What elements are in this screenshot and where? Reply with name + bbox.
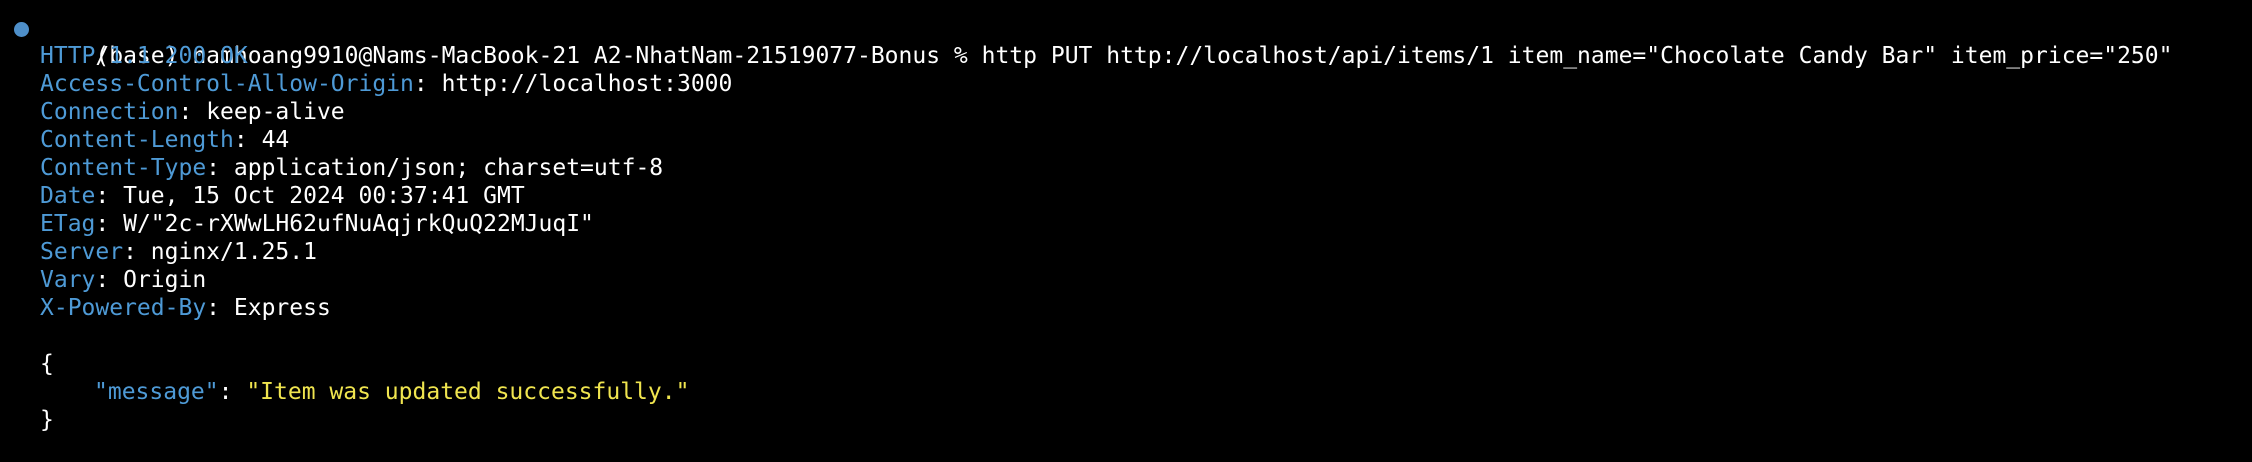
- terminal-window[interactable]: (base) namhoang9910@Nams-MacBook-21 A2-N…: [0, 0, 2252, 462]
- header-line: Vary: Origin: [40, 267, 207, 293]
- json-value: "Item was updated successfully.": [246, 379, 690, 405]
- header-line: Content-Type: application/json; charset=…: [40, 155, 664, 181]
- header-value: W/"2c-rXWwLH62ufNuAqjrkQuQ22MJuqI": [123, 211, 594, 237]
- json-close-brace: }: [40, 407, 54, 433]
- header-value: Express: [233, 295, 331, 321]
- command-text: (base) namhoang9910@Nams-MacBook-21 A2-N…: [95, 43, 2173, 69]
- header-name: Content-Type: [40, 155, 207, 181]
- header-value: nginx/1.25.1: [150, 239, 317, 265]
- header-line: X-Powered-By: Express: [40, 295, 331, 321]
- status-slash: /: [95, 43, 110, 69]
- status-protocol: HTTP: [40, 43, 96, 69]
- header-name: X-Powered-By: [40, 295, 207, 321]
- header-name: Date: [40, 183, 96, 209]
- header-value: 44: [261, 127, 290, 153]
- header-name: Connection: [40, 99, 179, 125]
- header-name: Server: [40, 239, 124, 265]
- prompt-status-dot-icon: [14, 22, 29, 37]
- status-line: HTTP/1.1 200 OK: [40, 42, 248, 70]
- command-prompt-line: (base) namhoang9910@Nams-MacBook-21 A2-N…: [40, 14, 2172, 69]
- header-line: Date: Tue, 15 Oct 2024 00:37:41 GMT: [40, 183, 525, 209]
- header-name: Vary: [40, 267, 96, 293]
- json-open-brace: {: [40, 351, 54, 377]
- header-name: Content-Length: [40, 127, 234, 153]
- json-message-line: "message": "Item was updated successfull…: [94, 378, 689, 406]
- header-value: application/json; charset=utf-8: [233, 155, 664, 181]
- json-key: "message": [94, 379, 219, 405]
- header-line: Content-Length: 44: [40, 127, 290, 153]
- status-code: 1.1 200 OK: [109, 43, 248, 69]
- header-line: Access-Control-Allow-Origin: http://loca…: [40, 71, 733, 97]
- header-value: http://localhost:3000: [441, 71, 733, 97]
- header-value: keep-alive: [206, 99, 345, 125]
- header-line: Server: nginx/1.25.1: [40, 239, 317, 265]
- header-line: Connection: keep-alive: [40, 99, 345, 125]
- header-value: Tue, 15 Oct 2024 00:37:41 GMT: [123, 183, 525, 209]
- header-line: ETag: W/"2c-rXWwLH62ufNuAqjrkQuQ22MJuqI": [40, 211, 594, 237]
- json-colon: :: [218, 379, 247, 405]
- header-name: Access-Control-Allow-Origin: [40, 71, 414, 97]
- header-name: ETag: [40, 211, 96, 237]
- header-value: Origin: [123, 267, 207, 293]
